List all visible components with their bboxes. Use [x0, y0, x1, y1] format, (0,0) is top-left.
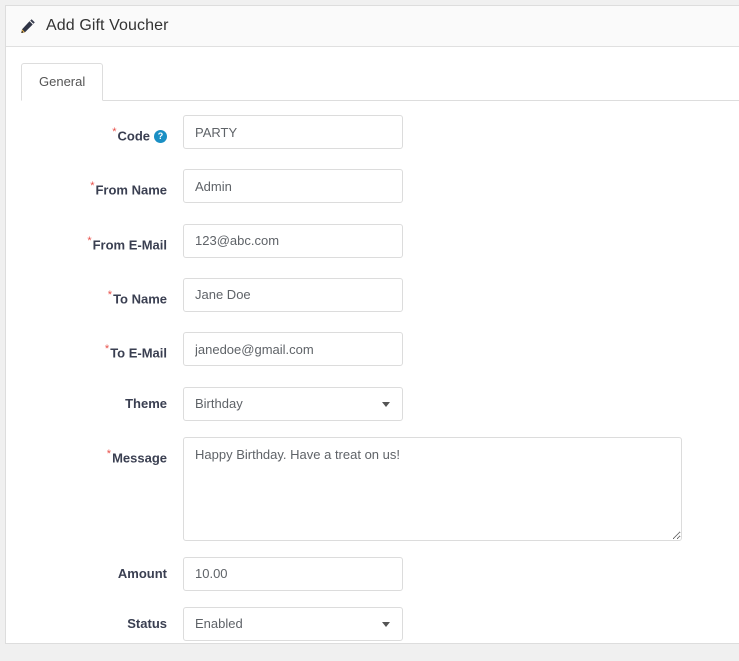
required-asterisk: *: [90, 180, 95, 193]
page-title: Add Gift Voucher: [46, 17, 169, 34]
pencil-icon: [20, 18, 36, 34]
panel-header: Add Gift Voucher: [6, 6, 739, 47]
required-asterisk: *: [104, 343, 110, 356]
form-row-from-name: *From Name: [6, 169, 739, 207]
tab-general[interactable]: General: [21, 63, 104, 101]
required-asterisk: *: [107, 288, 113, 301]
label-from-email: *From E-Mail: [6, 224, 183, 262]
help-icon[interactable]: ?: [154, 130, 167, 144]
label-status-text: Status: [127, 615, 167, 631]
label-from-email-text: From E-Mail: [92, 236, 167, 252]
label-message-text: Message: [112, 449, 167, 465]
label-status: Status: [6, 607, 183, 641]
form-row-theme: Theme Birthday: [6, 386, 739, 421]
required-asterisk: *: [87, 234, 92, 247]
label-to-email: *To E-Mail: [6, 332, 183, 370]
status-select[interactable]: Enabled: [183, 606, 403, 641]
code-input[interactable]: [183, 115, 403, 149]
theme-select[interactable]: Birthday: [183, 386, 403, 421]
form-row-amount: Amount: [6, 556, 739, 591]
required-asterisk: *: [112, 126, 117, 138]
label-from-name-text: From Name: [95, 182, 167, 198]
label-code: *Code?: [6, 115, 183, 153]
required-asterisk: *: [106, 447, 112, 460]
label-theme-text: Theme: [125, 395, 167, 411]
label-to-name-text: To Name: [113, 291, 167, 307]
label-amount-text: Amount: [117, 565, 167, 581]
form-row-from-email: *From E-Mail: [6, 223, 739, 262]
form-row-status: Status Enabled: [6, 606, 739, 641]
label-theme: Theme: [6, 387, 183, 421]
label-code-text: Code: [117, 128, 151, 144]
label-to-name: *To Name: [6, 278, 183, 316]
tab-strip: General: [21, 63, 739, 101]
to-name-input[interactable]: [183, 277, 403, 312]
label-message: *Message: [6, 437, 183, 475]
from-name-input[interactable]: [183, 169, 403, 204]
status-select-wrap: Enabled: [183, 606, 403, 641]
message-textarea[interactable]: Happy Birthday. Have a treat on us!: [183, 436, 682, 541]
form-row-to-email: *To E-Mail: [6, 332, 739, 370]
form-row-to-name: *To Name: [6, 277, 739, 316]
form-row-code: *Code?: [6, 115, 739, 153]
label-amount: Amount: [6, 557, 183, 591]
add-gift-voucher-panel: Add Gift Voucher General *Code? *From Na…: [5, 5, 739, 644]
form-row-message: *Message Happy Birthday. Have a treat on…: [6, 436, 739, 541]
label-from-name: *From Name: [6, 169, 183, 207]
gift-voucher-form: *Code? *From Name *From E-Mail *To Name: [6, 101, 739, 641]
label-to-email-text: To E-Mail: [110, 345, 167, 361]
theme-select-wrap: Birthday: [183, 386, 403, 421]
to-email-input[interactable]: [183, 332, 403, 367]
amount-input[interactable]: [183, 556, 403, 591]
from-email-input[interactable]: [183, 223, 403, 258]
